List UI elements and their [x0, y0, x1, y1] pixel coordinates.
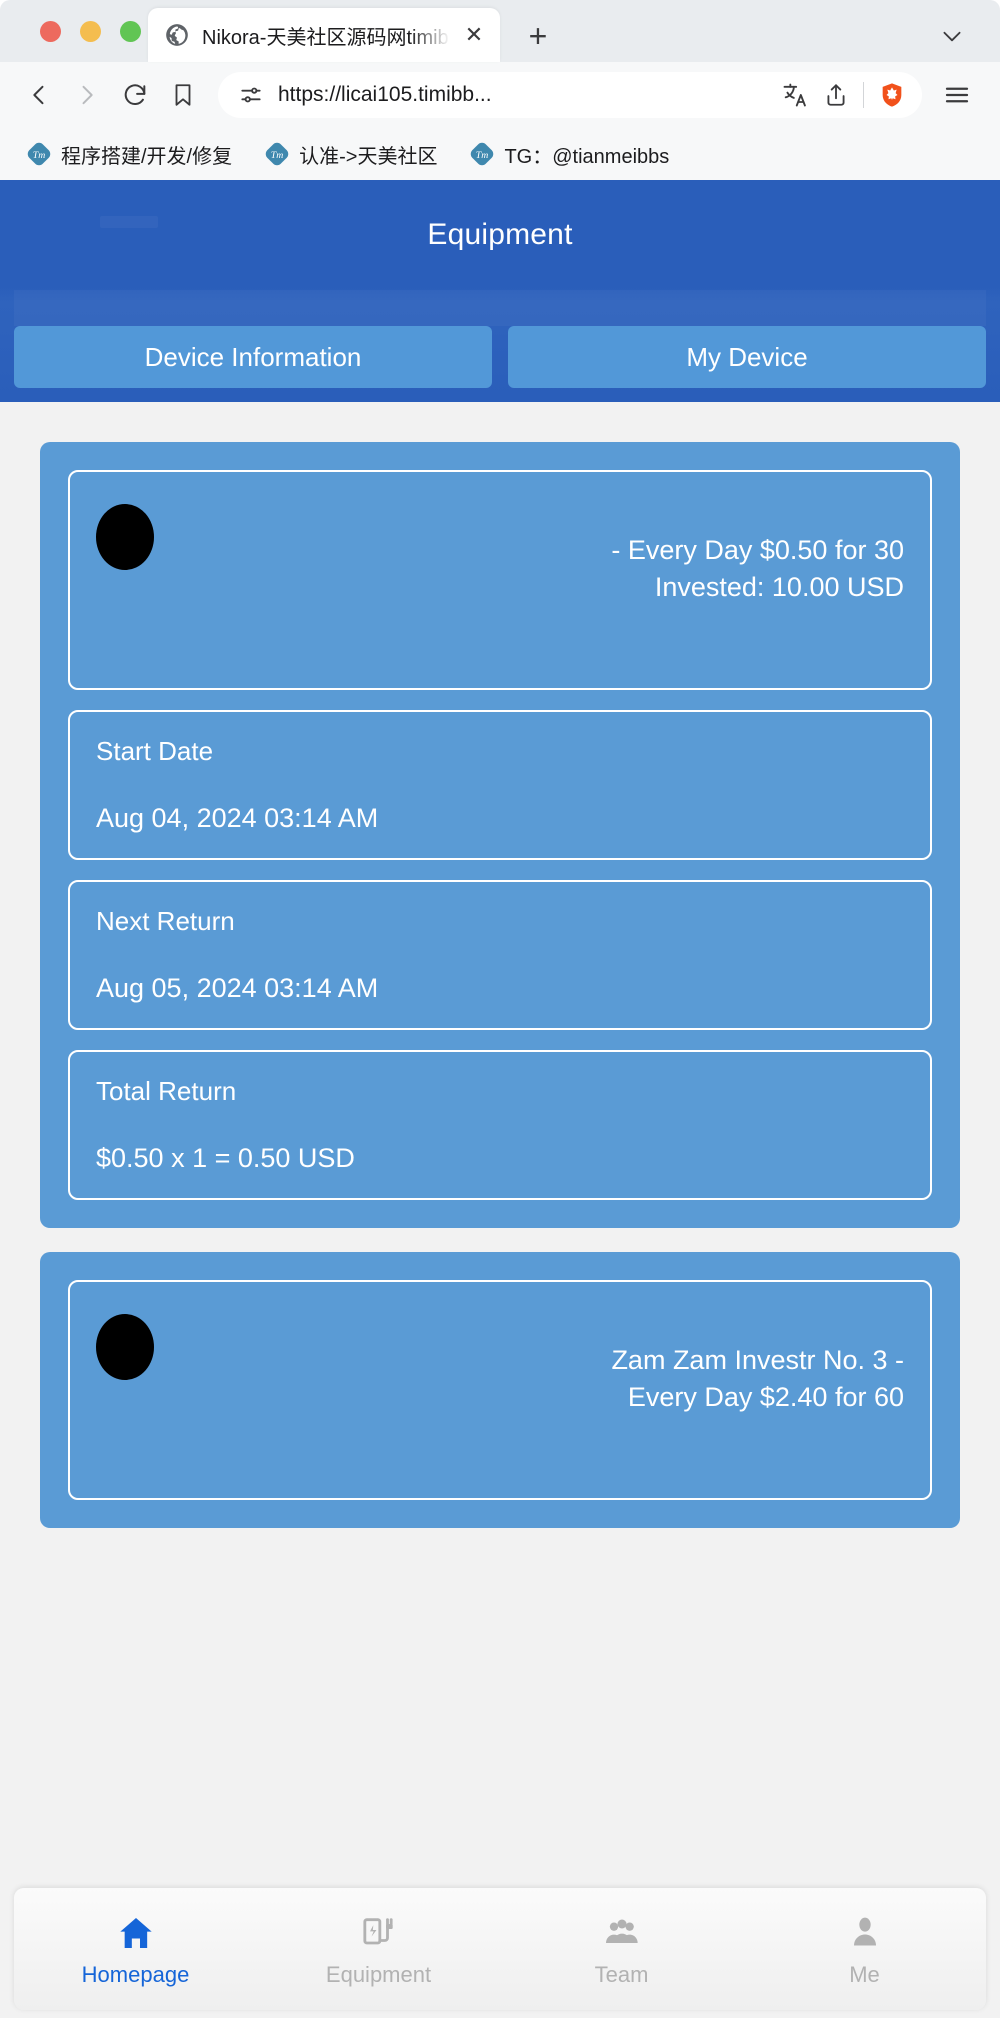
ev-charger-icon: [359, 1911, 399, 1953]
product-summary-panel: - Every Day $0.50 for 30 Invested: 10.00…: [68, 470, 932, 690]
field-label: Start Date: [96, 736, 214, 766]
site-settings-icon[interactable]: [238, 82, 264, 108]
bookmark-item[interactable]: Tm TG：@tianmeibbs: [465, 136, 683, 173]
toolbar-divider: [863, 82, 864, 108]
forward-icon[interactable]: [66, 74, 108, 116]
field-label: Next Return: [96, 906, 235, 936]
bookmarks-bar: Tm 程序搭建/开发/修复 Tm 认准->天美社区 Tm TG：@tianmei: [0, 128, 1000, 180]
minimize-window-button[interactable]: [80, 21, 101, 42]
nav-item-me[interactable]: Me: [743, 1911, 986, 1988]
browser-titlebar: Nikora-天美社区源码网timibbs ✕ +: [0, 0, 1000, 62]
svg-text:Tm: Tm: [476, 150, 488, 161]
product-description-line: Zam Zam Investr No. 3 -: [611, 1345, 904, 1375]
back-icon[interactable]: [18, 74, 60, 116]
globe-icon: [164, 22, 190, 48]
nav-item-homepage[interactable]: Homepage: [14, 1911, 257, 1988]
nav-item-equipment[interactable]: Equipment: [257, 1911, 500, 1988]
window-traffic-lights: [40, 21, 141, 42]
svg-text:Tm: Tm: [33, 150, 45, 161]
product-summary-panel: Zam Zam Investr No. 3 - Every Day $2.40 …: [68, 1280, 932, 1500]
chevron-down-icon[interactable]: [934, 18, 970, 54]
product-description-line: Invested: 10.00 USD: [654, 572, 904, 603]
field-value: $0.50 x 1 = 0.50 USD: [96, 1143, 355, 1173]
nav-label: Me: [849, 1961, 880, 1987]
tm-icon: Tm: [264, 141, 290, 167]
nav-label: Equipment: [325, 1961, 432, 1987]
product-thumbnail: [96, 1314, 154, 1380]
header-band: [14, 290, 986, 326]
people-icon: [602, 1911, 642, 1953]
field-value: Aug 04, 2024 03:14 AM: [96, 803, 379, 833]
share-icon[interactable]: [823, 82, 849, 108]
bookmark-label: 认准->天美社区: [299, 145, 438, 168]
app-title-row: Equipment: [14, 180, 986, 290]
brave-shields-icon[interactable]: [878, 81, 906, 109]
nav-item-team[interactable]: Team: [500, 1911, 743, 1988]
close-window-button[interactable]: [40, 21, 61, 42]
product-description: Zam Zam Investr No. 3 - Every Day $2.40 …: [154, 1342, 904, 1417]
browser-window: Nikora-天美社区源码网timibbs ✕ + https://licai1…: [0, 0, 1000, 2018]
bookmark-item[interactable]: Tm 程序搭建/开发/修复: [22, 136, 246, 173]
product-description: - Every Day $0.50 for 30 Invested: 10.00…: [154, 532, 904, 607]
tm-icon: Tm: [469, 141, 495, 167]
app-header: Equipment Device Information My Device: [0, 180, 1000, 402]
bottom-navigation: Homepage Equipment Team Me: [14, 1888, 986, 2010]
tab-my-device[interactable]: My Device: [508, 326, 986, 388]
segmented-tabs: Device Information My Device: [14, 326, 986, 388]
investment-card: Zam Zam Investr No. 3 - Every Day $2.40 …: [40, 1252, 960, 1528]
close-tab-button[interactable]: ✕: [462, 23, 486, 47]
browser-tab[interactable]: Nikora-天美社区源码网timibbs ✕: [148, 8, 500, 62]
bookmark-label: TG：@tianmeibbs: [504, 145, 670, 168]
tab-device-information[interactable]: Device Information: [14, 326, 492, 388]
field-value: Aug 05, 2024 03:14 AM: [96, 973, 379, 1003]
maximize-window-button[interactable]: [120, 21, 141, 42]
bookmark-icon[interactable]: [162, 74, 204, 116]
field-next-return: Next Return Aug 05, 2024 03:14 AM: [68, 880, 932, 1030]
investment-card: - Every Day $0.50 for 30 Invested: 10.00…: [40, 442, 960, 1228]
field-label: Total Return: [96, 1076, 237, 1106]
address-bar[interactable]: https://licai105.timibb...: [218, 72, 922, 118]
reload-icon[interactable]: [114, 74, 156, 116]
svg-text:Tm: Tm: [271, 150, 283, 161]
translate-icon[interactable]: [781, 81, 809, 109]
field-start-date: Start Date Aug 04, 2024 03:14 AM: [68, 710, 932, 860]
url-text[interactable]: https://licai105.timibb...: [278, 83, 767, 107]
person-icon: [845, 1911, 885, 1953]
bookmark-item[interactable]: Tm 认准->天美社区: [260, 136, 451, 173]
new-tab-button[interactable]: +: [520, 18, 556, 54]
product-thumbnail: [96, 504, 154, 570]
hamburger-menu-icon[interactable]: [936, 74, 978, 116]
field-total-return: Total Return $0.50 x 1 = 0.50 USD: [68, 1050, 932, 1200]
page-viewport: Equipment Device Information My Device -…: [0, 180, 1000, 2018]
nav-label: Team: [594, 1961, 649, 1987]
page-title: Equipment: [427, 218, 573, 251]
browser-toolbar: https://licai105.timibb...: [0, 62, 1000, 128]
content-area: - Every Day $0.50 for 30 Invested: 10.00…: [0, 402, 1000, 1528]
bookmark-label: 程序搭建/开发/修复: [61, 145, 233, 168]
home-icon: [116, 1911, 156, 1953]
nav-label: Homepage: [81, 1961, 190, 1987]
tm-icon: Tm: [26, 141, 52, 167]
product-description-line: Every Day $2.40 for 60: [627, 1382, 904, 1413]
header-placeholder-bar: [100, 216, 158, 228]
product-description-line: - Every Day $0.50 for 30: [611, 535, 904, 565]
tab-title: Nikora-天美社区源码网timibbs: [202, 26, 450, 49]
